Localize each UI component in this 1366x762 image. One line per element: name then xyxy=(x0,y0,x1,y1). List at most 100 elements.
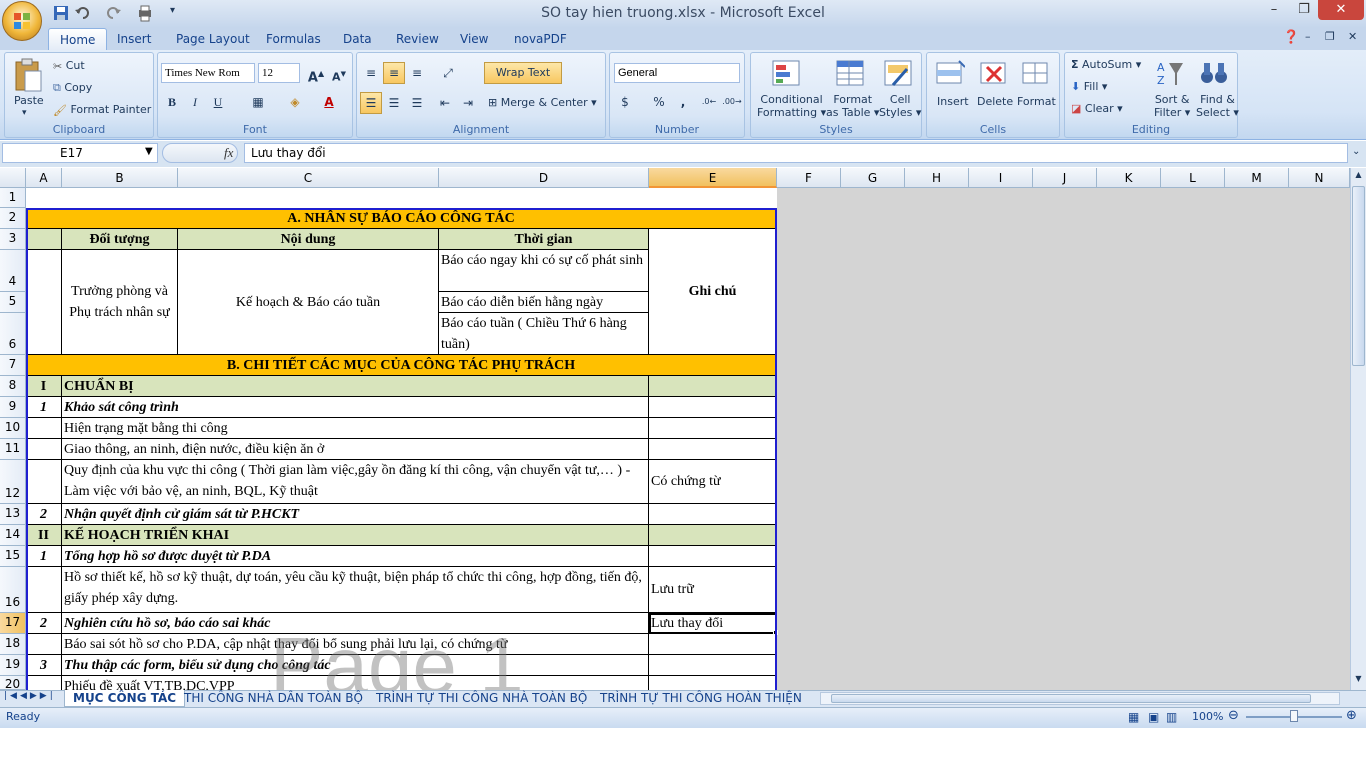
cell-e18[interactable] xyxy=(649,634,777,655)
help-icon[interactable]: ❓ xyxy=(1283,30,1299,45)
header-noi-dung[interactable]: Nội dung xyxy=(178,229,439,250)
italic-button[interactable]: I xyxy=(184,91,206,113)
normal-view-icon[interactable]: ▦ xyxy=(1128,710,1139,724)
cell-e16[interactable]: Lưu trữ xyxy=(649,567,777,613)
cell-e10[interactable] xyxy=(649,418,777,439)
cell-a4[interactable] xyxy=(26,250,62,355)
cell-b9[interactable]: Khảo sát công trình xyxy=(62,397,649,418)
row-header-8[interactable]: 8 xyxy=(0,376,26,397)
column-header-n[interactable]: N xyxy=(1289,168,1350,188)
cell-a10[interactable] xyxy=(26,418,62,439)
conditional-formatting-button[interactable]: Conditional Formatting ▾ xyxy=(757,93,826,119)
ribbon-restore-icon[interactable]: ❐ xyxy=(1325,30,1335,43)
cell-b12[interactable]: Quy định của khu vực thi công ( Thời gia… xyxy=(62,460,649,504)
row-header-12[interactable]: 12 xyxy=(0,460,26,504)
paste-dropdown-icon[interactable]: ▾ xyxy=(22,108,27,118)
row-header-2[interactable]: 2 xyxy=(0,208,26,229)
horizontal-scrollbar[interactable] xyxy=(820,692,1340,705)
underline-button[interactable]: U xyxy=(207,91,229,113)
font-size-select[interactable]: 12 xyxy=(258,63,300,83)
cell-e19[interactable] xyxy=(649,655,777,676)
orientation-icon[interactable]: ⤢ xyxy=(437,62,459,84)
align-middle-icon[interactable]: ≡ xyxy=(383,62,405,84)
shrink-font-icon[interactable]: A▼ xyxy=(328,63,350,85)
row-header-7[interactable]: 7 xyxy=(0,355,26,376)
cut-button[interactable]: ✂ Cut xyxy=(53,59,85,73)
insert-button[interactable]: Insert xyxy=(937,95,969,108)
cell-b15[interactable]: Tổng hợp hồ sơ được duyệt từ P.DA xyxy=(62,546,649,567)
horizontal-scroll-thumb[interactable] xyxy=(831,694,1311,703)
align-bottom-icon[interactable]: ≡ xyxy=(406,62,428,84)
column-header-g[interactable]: G xyxy=(841,168,905,188)
row-header-10[interactable]: 10 xyxy=(0,418,26,439)
tab-review[interactable]: Review xyxy=(385,28,450,50)
cell-e12[interactable]: Có chứng từ xyxy=(649,460,777,504)
align-right-icon[interactable]: ☰ xyxy=(406,92,428,114)
row-header-6[interactable]: 6 xyxy=(0,313,26,355)
format-painter-button[interactable]: 🖌 Format Painter xyxy=(53,103,151,117)
comma-button[interactable]: , xyxy=(672,91,694,113)
align-center-icon[interactable]: ☰ xyxy=(383,92,405,114)
align-top-icon[interactable]: ≡ xyxy=(360,62,382,84)
copy-button[interactable]: ⧉ Copy xyxy=(53,81,92,95)
select-all-corner[interactable] xyxy=(0,168,26,188)
column-header-k[interactable]: K xyxy=(1097,168,1161,188)
ribbon-close-icon[interactable]: ✕ xyxy=(1348,30,1357,43)
insert-function-button[interactable]: fx xyxy=(224,145,233,161)
tab-data[interactable]: Data xyxy=(332,28,383,50)
column-header-a[interactable]: A xyxy=(26,168,62,188)
cell-a13[interactable]: 2 xyxy=(26,504,62,525)
cell-b8[interactable]: CHUẨN BỊ xyxy=(62,376,649,397)
row-header-14[interactable]: 14 xyxy=(0,525,26,546)
percent-button[interactable]: % xyxy=(648,91,670,113)
cell-a20[interactable] xyxy=(26,676,62,690)
zoom-in-icon[interactable]: ⊕ xyxy=(1346,708,1357,723)
name-box-dropdown-icon[interactable]: ▼ xyxy=(145,146,153,157)
vertical-scroll-thumb[interactable] xyxy=(1352,186,1365,366)
section-b-heading[interactable]: B. CHI TIẾT CÁC MỤC CỦA CÔNG TÁC PHỤ TRÁ… xyxy=(26,355,777,376)
office-button[interactable] xyxy=(2,1,42,41)
format-button[interactable]: Format xyxy=(1017,95,1056,108)
cell-e14[interactable] xyxy=(649,525,777,546)
tab-view[interactable]: View xyxy=(449,28,499,50)
fill-button[interactable]: ⬇ Fill ▾ xyxy=(1071,80,1107,93)
row-header-11[interactable]: 11 xyxy=(0,439,26,460)
tab-novapdf[interactable]: novaPDF xyxy=(503,28,578,50)
decrease-indent-icon[interactable]: ⇤ xyxy=(434,92,456,114)
row-header-18[interactable]: 18 xyxy=(0,634,26,655)
scroll-down-icon[interactable]: ▼ xyxy=(1352,674,1365,688)
close-button[interactable]: ✕ xyxy=(1318,0,1364,20)
row-header-9[interactable]: 9 xyxy=(0,397,26,418)
clear-button[interactable]: ◪ Clear ▾ xyxy=(1071,102,1123,115)
increase-indent-icon[interactable]: ⇥ xyxy=(457,92,479,114)
number-format-select[interactable]: General xyxy=(614,63,740,83)
row-header-20[interactable]: 20 xyxy=(0,676,26,690)
paste-button[interactable]: Paste xyxy=(14,94,44,107)
row-header-19[interactable]: 19 xyxy=(0,655,26,676)
column-header-b[interactable]: B xyxy=(62,168,178,188)
cell-e20[interactable] xyxy=(649,676,777,690)
header-ghi-chu[interactable]: Ghi chú xyxy=(649,229,777,355)
wrap-text-button[interactable]: Wrap Text xyxy=(484,62,562,84)
column-header-d[interactable]: D xyxy=(439,168,649,188)
page-layout-view-icon[interactable]: ▣ xyxy=(1148,710,1159,724)
row-header-1[interactable]: 1 xyxy=(0,188,26,208)
cell-d5[interactable]: Báo cáo diễn biến hằng ngày xyxy=(439,292,649,313)
cell-a12[interactable] xyxy=(26,460,62,504)
currency-button[interactable]: $ xyxy=(614,91,636,113)
font-name-select[interactable]: Times New Rom xyxy=(161,63,255,83)
tab-formulas[interactable]: Formulas xyxy=(255,28,332,50)
sheet-tab-trinh-tu-hoan-thien[interactable]: TRÌNH TỰ THI CÔNG HOÀN THIỆN xyxy=(592,690,810,707)
cell-b13[interactable]: Nhận quyết định cử giám sát từ P.HCKT xyxy=(62,504,649,525)
sort-filter-button[interactable]: Sort & Filter ▾ xyxy=(1154,93,1190,119)
cell-b18[interactable]: Báo sai sót hồ sơ cho P.DA, cập nhật tha… xyxy=(62,634,649,655)
cell-a18[interactable] xyxy=(26,634,62,655)
cell-b17[interactable]: Nghiên cứu hồ sơ, báo cáo sai khác xyxy=(62,613,649,634)
cell-b10[interactable]: Hiện trạng mặt bằng thi công xyxy=(62,418,649,439)
cell-d4[interactable]: Báo cáo ngay khi có sự cố phát sinh xyxy=(439,250,649,292)
autosum-button[interactable]: Σ AutoSum ▾ xyxy=(1071,58,1141,71)
cell-a19[interactable]: 3 xyxy=(26,655,62,676)
sheet-tab-muc-cong-tac[interactable]: MỤC CÔNG TÁC xyxy=(64,690,186,707)
cell-b20[interactable]: Phiếu đề xuất VT,TB,DC,VPP xyxy=(62,676,649,690)
increase-decimal-icon[interactable]: .0← xyxy=(698,91,720,113)
